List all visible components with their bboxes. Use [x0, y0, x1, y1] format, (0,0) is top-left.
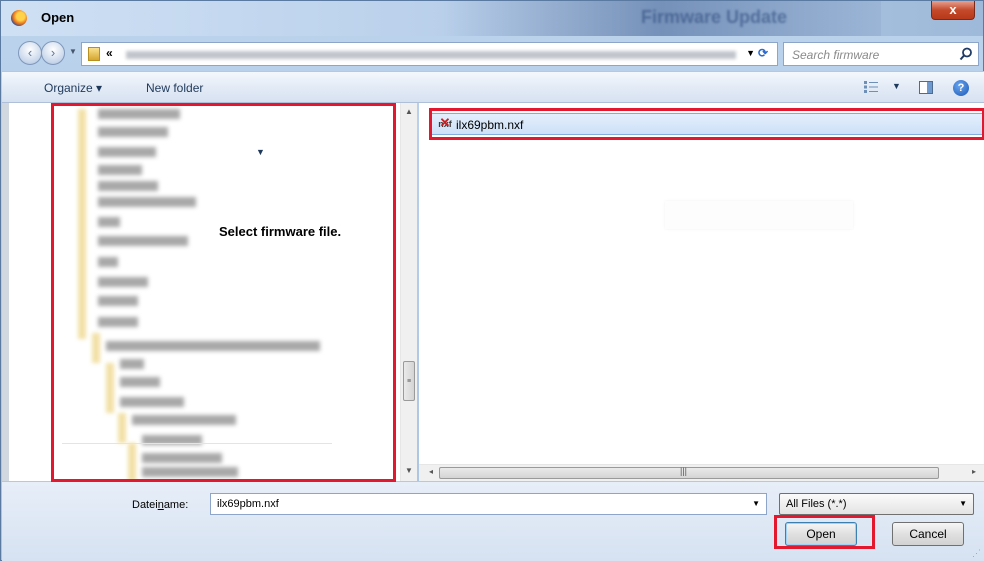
filetype-select[interactable]: All Files (*.*) ▼ — [779, 493, 974, 515]
dialog-footer: Dateiname: ilx69pbm.nxf ▼ All Files (*.*… — [2, 481, 984, 561]
faded-overlay — [665, 201, 853, 229]
file-item[interactable]: nxf ilx69pbm.nxf — [431, 113, 983, 135]
search-input[interactable]: Search firmware — [783, 42, 979, 66]
tree-item[interactable] — [98, 236, 188, 246]
scroll-right-icon[interactable]: ▸ — [972, 467, 976, 476]
scroll-thumb[interactable]: ≡ — [403, 361, 415, 401]
file-name: ilx69pbm.nxf — [456, 118, 524, 132]
tree-item[interactable] — [98, 109, 180, 119]
instruction-note: Select firmware file. — [219, 224, 342, 239]
organize-button[interactable]: Organize ▾ — [44, 81, 102, 95]
folder-icon — [88, 47, 100, 61]
nxf-file-icon: nxf — [438, 116, 452, 131]
firefox-icon — [11, 10, 27, 26]
navigation-pane[interactable]: ▼ Select firmware file. ▲ ≡ ▼ — [2, 103, 417, 481]
change-view-icon[interactable] — [864, 81, 878, 93]
open-button[interactable]: Open — [785, 522, 857, 546]
tree-separator — [62, 443, 332, 444]
tree-guide-line — [118, 413, 126, 443]
tree-item[interactable] — [98, 147, 156, 157]
file-list-horizontal-scrollbar[interactable]: ◂ ||| ▸ — [419, 464, 984, 481]
background-window-title: Firmware Update — [641, 7, 788, 27]
file-list[interactable]: nxf ilx69pbm.nxf ◂ ||| ▸ — [419, 103, 984, 481]
filetype-value: All Files (*.*) — [786, 498, 847, 510]
tree-item[interactable] — [98, 257, 118, 267]
filename-value: ilx69pbm.nxf — [217, 498, 279, 510]
tree-item[interactable] — [142, 467, 238, 477]
tree-item[interactable] — [98, 317, 138, 327]
filename-label-part: Datei — [132, 499, 158, 511]
tree-item[interactable] — [120, 377, 160, 387]
tree-guide-line — [92, 333, 100, 363]
open-dialog: Firmware Update Open x ‹ › ▼ « ▼ ⟳ Searc… — [0, 0, 984, 561]
address-dropdown-icon[interactable]: ▼ — [746, 48, 755, 58]
tree-item[interactable] — [98, 197, 196, 207]
tree-item[interactable] — [142, 453, 222, 463]
filename-label-part: ame: — [163, 499, 189, 511]
navigation-vertical-scrollbar[interactable]: ▲ ≡ ▼ — [400, 103, 417, 481]
tree-guide-line — [78, 109, 86, 339]
blurred-path — [126, 51, 736, 59]
scroll-up-icon[interactable]: ▲ — [405, 107, 413, 116]
resize-grip-icon[interactable]: ⋰ — [972, 548, 981, 559]
title-bar[interactable]: Firmware Update Open x — [1, 1, 983, 36]
close-button[interactable]: x — [931, 1, 975, 20]
filename-field[interactable]: ilx69pbm.nxf ▼ — [210, 493, 767, 515]
tree-item[interactable] — [106, 341, 320, 351]
search-icon[interactable] — [958, 46, 974, 62]
grip-icon: ≡ — [407, 378, 412, 385]
help-icon[interactable]: ? — [953, 80, 969, 96]
tree-item[interactable] — [120, 397, 184, 407]
tree-guide-line — [128, 443, 136, 481]
new-folder-button[interactable]: New folder — [146, 81, 203, 95]
left-edge — [2, 103, 9, 481]
refresh-icon[interactable]: ⟳ — [758, 46, 774, 62]
tree-item[interactable] — [120, 359, 144, 369]
tree-expand-arrow-icon[interactable]: ▼ — [256, 147, 265, 157]
scroll-left-icon[interactable]: ◂ — [429, 467, 433, 476]
scroll-down-icon[interactable]: ▼ — [405, 466, 413, 475]
tree-guide-line — [106, 363, 114, 413]
dialog-title: Open — [41, 10, 75, 25]
forward-button[interactable]: › — [41, 41, 65, 65]
address-bar[interactable]: « ▼ ⟳ — [81, 42, 778, 66]
view-dropdown-icon[interactable]: ▼ — [892, 81, 901, 91]
recent-pages-dropdown-icon[interactable]: ▼ — [69, 47, 77, 56]
filetype-dropdown-icon[interactable]: ▼ — [959, 499, 967, 508]
filename-dropdown-icon[interactable]: ▼ — [752, 499, 760, 508]
tree-item[interactable] — [98, 296, 138, 306]
command-bar: Organize ▾ New folder ▼ ? — [2, 71, 984, 103]
address-chevron[interactable]: « — [106, 46, 113, 60]
grip-icon: ||| — [680, 466, 688, 476]
tree-item[interactable] — [98, 217, 120, 227]
cancel-button[interactable]: Cancel — [892, 522, 964, 546]
filename-label: Dateiname: — [132, 499, 188, 511]
tree-item[interactable] — [98, 127, 168, 137]
preview-pane-icon[interactable] — [919, 81, 933, 94]
tree-item[interactable] — [98, 277, 148, 287]
scroll-thumb[interactable]: ||| — [439, 466, 939, 479]
tree-item[interactable] — [132, 415, 236, 425]
tree-item[interactable] — [98, 165, 142, 175]
back-button[interactable]: ‹ — [18, 41, 42, 65]
tree-item[interactable] — [98, 181, 158, 191]
search-placeholder: Search firmware — [792, 48, 880, 62]
